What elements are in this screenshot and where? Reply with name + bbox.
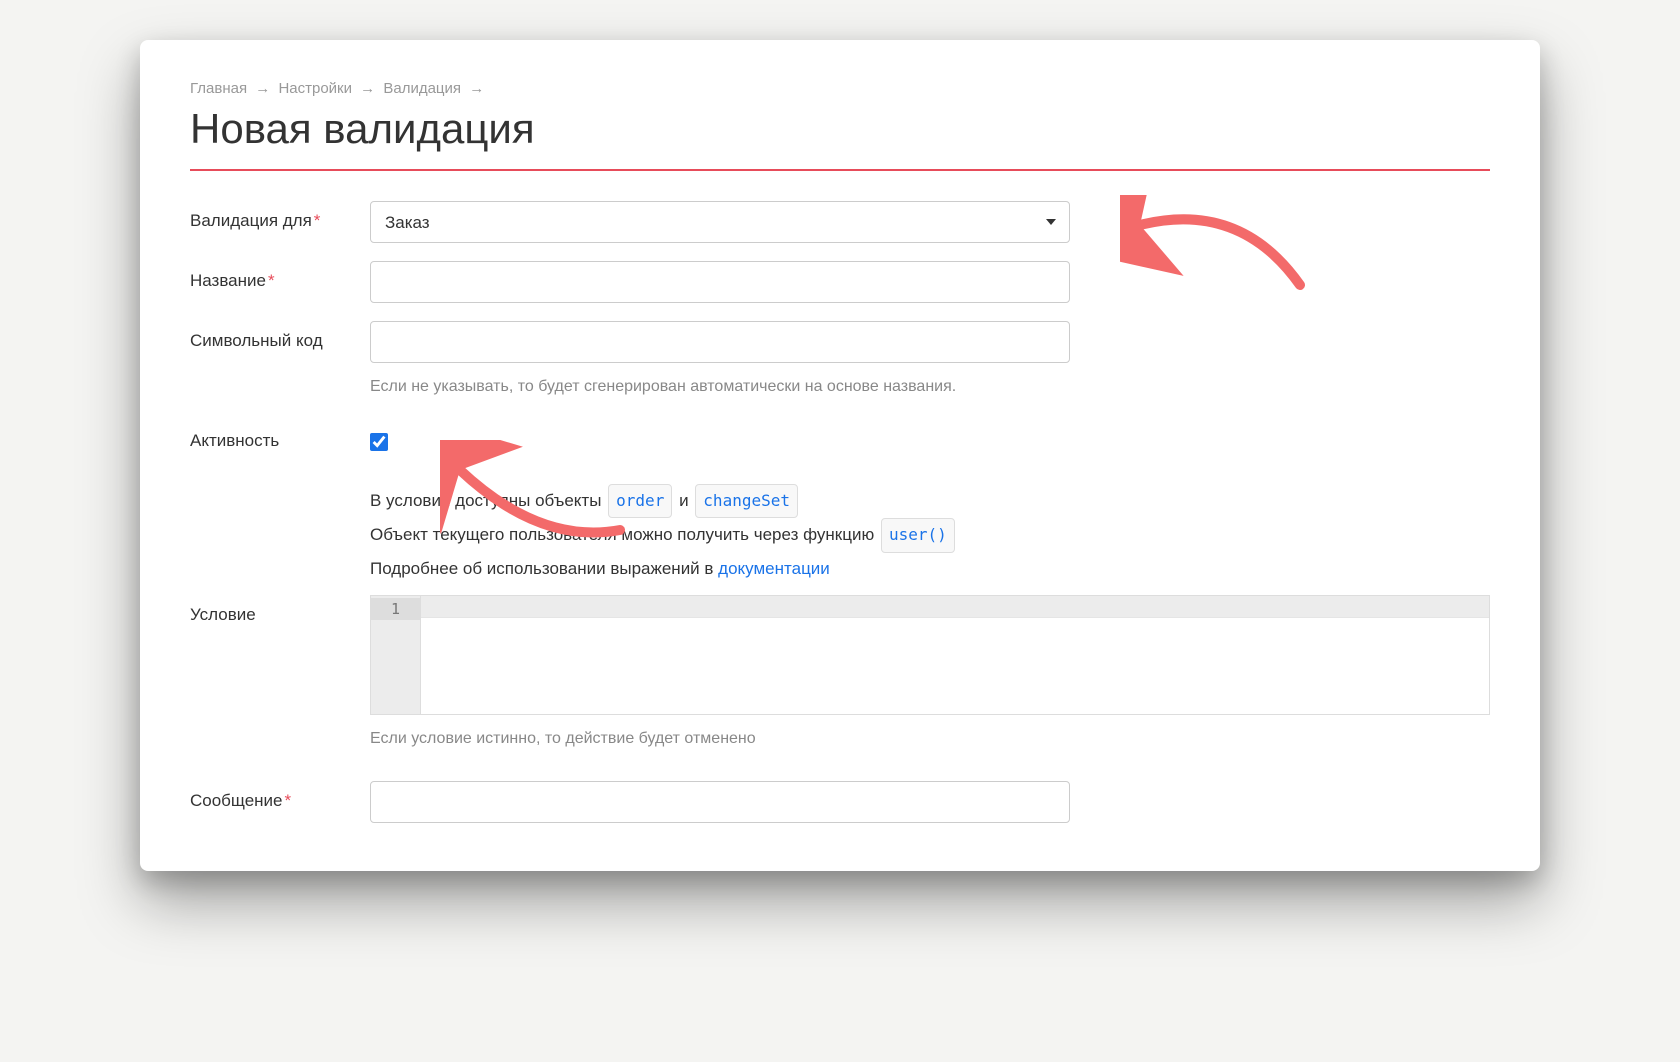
label-condition: Условие <box>190 595 370 625</box>
activity-checkbox[interactable] <box>370 433 388 451</box>
name-input[interactable] <box>370 261 1070 303</box>
row-message: Сообщение* <box>190 781 1490 823</box>
breadcrumb-sep-icon: → <box>255 80 270 97</box>
label-activity: Активность <box>190 421 370 451</box>
row-activity: Активность <box>190 421 1490 456</box>
field-code: Если не указывать, то будет сгенерирован… <box>370 321 1070 399</box>
condition-hints: В условии доступны объекты order и chang… <box>370 484 1490 585</box>
code-user-fn: user() <box>881 518 955 552</box>
breadcrumb-sep-icon: → <box>469 80 484 97</box>
code-input[interactable] <box>370 321 1070 363</box>
field-activity <box>370 421 1070 456</box>
field-condition: 1 Если условие истинно, то действие буде… <box>370 595 1490 751</box>
message-input[interactable] <box>370 781 1070 823</box>
breadcrumb-sep-icon: → <box>360 80 375 97</box>
breadcrumb-validation[interactable]: Валидация <box>383 80 461 97</box>
label-name: Название* <box>190 261 370 291</box>
code-changeset: changeSet <box>695 484 798 518</box>
row-name: Название* <box>190 261 1490 303</box>
field-message <box>370 781 1070 823</box>
breadcrumb: Главная → Настройки → Валидация → <box>190 80 1490 97</box>
line-number: 1 <box>371 598 420 620</box>
form-window: Главная → Настройки → Валидация → Новая … <box>140 40 1540 871</box>
required-icon: * <box>314 211 321 230</box>
row-hints: В условии доступны объекты order и chang… <box>190 484 1490 585</box>
field-name <box>370 261 1070 303</box>
documentation-link[interactable]: документации <box>718 559 830 578</box>
editor-top-bar <box>421 596 1489 618</box>
row-code: Символьный код Если не указывать, то буд… <box>190 321 1490 399</box>
row-validation-for: Валидация для* Заказ <box>190 201 1490 243</box>
row-condition: Условие 1 Если условие истинно, то дейст… <box>190 595 1490 751</box>
field-validation-for: Заказ <box>370 201 1070 243</box>
code-order: order <box>608 484 672 518</box>
required-icon: * <box>268 271 275 290</box>
required-icon: * <box>285 791 292 810</box>
page-title: Новая валидация <box>190 105 1490 171</box>
label-code: Символьный код <box>190 321 370 351</box>
breadcrumb-settings[interactable]: Настройки <box>278 80 352 97</box>
editor-gutter: 1 <box>371 596 421 714</box>
condition-textarea[interactable] <box>421 618 1489 714</box>
condition-helper-text: Если условие истинно, то действие будет … <box>370 727 1490 751</box>
validation-for-select[interactable]: Заказ <box>370 201 1070 243</box>
code-helper-text: Если не указывать, то будет сгенерирован… <box>370 375 1070 399</box>
condition-code-editor[interactable]: 1 <box>370 595 1490 715</box>
breadcrumb-home[interactable]: Главная <box>190 80 247 97</box>
label-message: Сообщение* <box>190 781 370 811</box>
label-validation-for: Валидация для* <box>190 201 370 231</box>
